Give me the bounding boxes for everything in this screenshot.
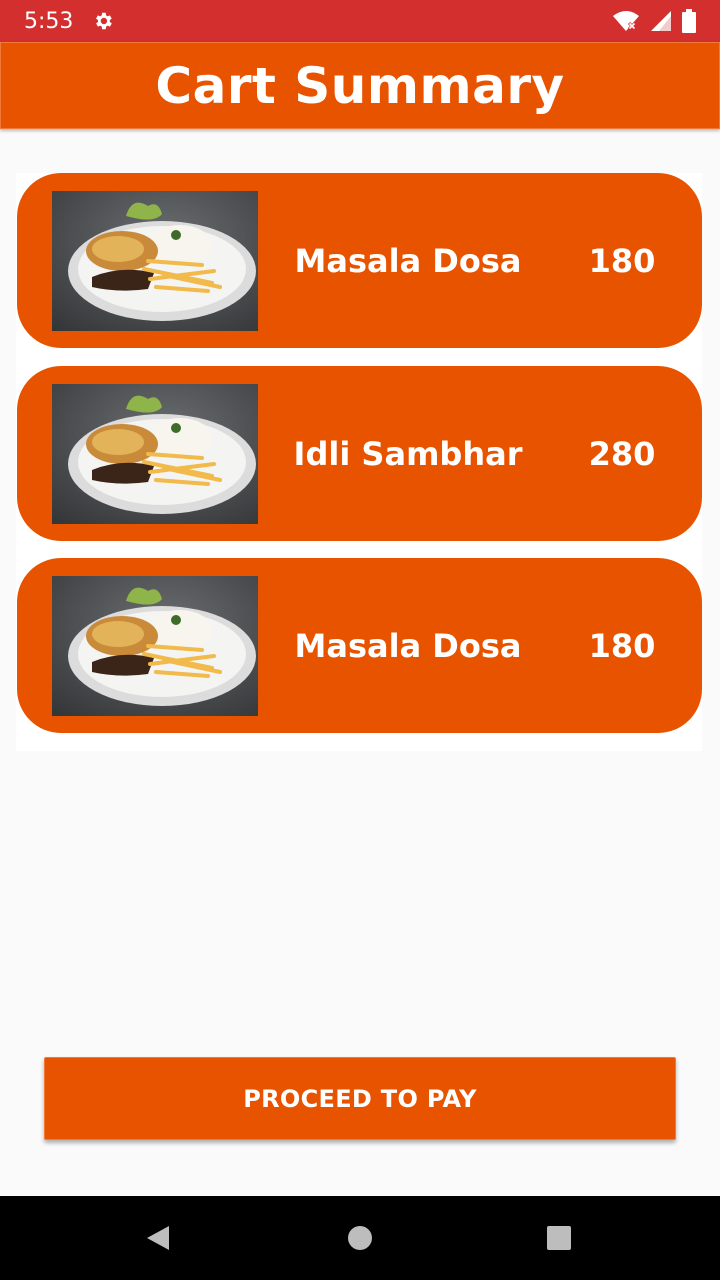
gear-icon [92,10,114,32]
cart-item-row: Masala Dosa 180 [16,558,702,751]
item-name: Masala Dosa [294,626,522,665]
back-icon[interactable] [138,1218,178,1258]
food-image [52,191,258,331]
item-price: 180 [588,241,656,280]
cart-item-row: Idli Sambhar 280 [16,366,702,559]
status-time: 5:53 [24,9,74,34]
cart-item-card[interactable]: Masala Dosa 180 [17,558,702,733]
item-name: Masala Dosa [294,241,522,280]
cart-item-card[interactable]: Idli Sambhar 280 [17,366,702,541]
recents-icon[interactable] [539,1218,579,1258]
food-image [52,576,258,716]
cart-item-row: Masala Dosa 180 [16,173,702,366]
signal-icon [650,10,672,37]
food-image [52,384,258,524]
item-name: Idli Sambhar [293,434,523,473]
home-icon[interactable] [340,1218,380,1258]
wifi-icon [612,10,640,37]
page-title: Cart Summary [155,56,565,115]
navigation-bar [0,1196,720,1280]
status-bar: 5:53 [0,0,720,42]
cart-item-card[interactable]: Masala Dosa 180 [17,173,702,348]
item-price: 280 [588,434,656,473]
app-bar: Cart Summary [0,42,720,129]
battery-icon [682,9,696,38]
item-price: 180 [588,626,656,665]
proceed-to-pay-button[interactable]: PROCEED TO PAY [44,1057,676,1140]
